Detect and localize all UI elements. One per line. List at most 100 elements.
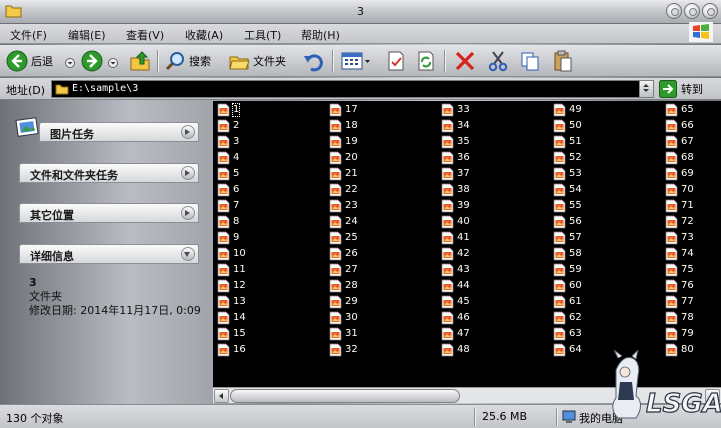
file-item[interactable]: 71 [665,198,694,213]
menu-file[interactable]: 文件(F) [10,27,47,43]
paste-button[interactable] [552,49,574,73]
file-folder-tasks-header[interactable]: 文件和文件夹任务 [19,163,199,183]
file-item[interactable]: 57 [553,230,582,245]
menu-view[interactable]: 查看(V) [126,27,164,43]
menu-help[interactable]: 帮助(H) [301,27,340,43]
file-item[interactable]: 4 [217,150,239,165]
file-list[interactable]: 1 2 3 4 5 6 7 8 9 10 11 12 13 14 15 16 17 18 19 20 21 22 23 24 2… [213,101,721,387]
address-input[interactable]: E:\sample\3 [51,80,654,98]
file-item[interactable]: 16 [217,342,246,357]
properties-button[interactable] [385,49,407,73]
file-item[interactable]: 60 [553,278,582,293]
expand-chevron-icon[interactable] [181,125,195,139]
file-item[interactable]: 75 [665,262,694,277]
forward-button[interactable] [81,49,103,73]
file-item[interactable]: 26 [329,246,358,261]
file-item[interactable]: 22 [329,182,358,197]
copy-button[interactable] [519,49,541,73]
file-item[interactable]: 39 [441,198,470,213]
file-item[interactable]: 32 [329,342,358,357]
file-item[interactable]: 73 [665,230,694,245]
undo-button[interactable] [302,49,324,73]
file-item[interactable]: 68 [665,150,694,165]
file-item[interactable]: 33 [441,102,470,117]
file-item[interactable]: 2 [217,118,239,133]
file-item[interactable]: 38 [441,182,470,197]
file-item[interactable]: 11 [217,262,246,277]
file-item[interactable]: 74 [665,246,694,261]
collapse-chevron-icon[interactable] [181,247,195,261]
file-item[interactable]: 76 [665,278,694,293]
file-item[interactable]: 54 [553,182,582,197]
file-item[interactable]: 42 [441,246,470,261]
file-item[interactable]: 40 [441,214,470,229]
file-item[interactable]: 47 [441,326,470,341]
views-button[interactable] [341,49,371,73]
go-button[interactable]: 转到 [659,80,717,98]
file-item[interactable]: 36 [441,150,470,165]
file-item[interactable]: 64 [553,342,582,357]
back-button[interactable]: 后退 [6,49,53,73]
file-item[interactable]: 28 [329,278,358,293]
file-item[interactable]: 41 [441,230,470,245]
file-item[interactable]: 79 [665,326,694,341]
file-item[interactable]: 46 [441,310,470,325]
file-item[interactable]: 62 [553,310,582,325]
picture-tasks-header[interactable]: 图片任务 [39,122,199,142]
cut-button[interactable] [487,49,509,73]
file-item[interactable]: 31 [329,326,358,341]
file-item[interactable]: 14 [217,310,246,325]
file-item[interactable]: 6 [217,182,239,197]
file-item[interactable]: 19 [329,134,358,149]
file-item[interactable]: 15 [217,326,246,341]
file-item[interactable]: 52 [553,150,582,165]
close-button[interactable] [702,3,718,19]
file-item[interactable]: 66 [665,118,694,133]
file-item[interactable]: 9 [217,230,239,245]
file-item[interactable]: 7 [217,198,239,213]
file-item[interactable]: 44 [441,278,470,293]
file-item[interactable]: 17 [329,102,358,117]
file-item[interactable]: 30 [329,310,358,325]
file-item[interactable]: 13 [217,294,246,309]
file-item[interactable]: 10 [217,246,246,261]
file-item[interactable]: 23 [329,198,358,213]
file-item[interactable]: 59 [553,262,582,277]
file-item[interactable]: 51 [553,134,582,149]
minimize-button[interactable] [666,3,682,19]
file-item[interactable]: 37 [441,166,470,181]
file-item[interactable]: 77 [665,294,694,309]
file-item[interactable]: 53 [553,166,582,181]
file-item[interactable]: 58 [553,246,582,261]
file-item[interactable]: 5 [217,166,239,181]
file-item[interactable]: 55 [553,198,582,213]
menu-tools[interactable]: 工具(T) [244,27,281,43]
file-item[interactable]: 25 [329,230,358,245]
file-item[interactable]: 65 [665,102,694,117]
other-places-header[interactable]: 其它位置 [19,203,199,223]
file-item[interactable]: 48 [441,342,470,357]
file-item[interactable]: 56 [553,214,582,229]
forward-dropdown-icon[interactable] [108,58,118,68]
file-item[interactable]: 24 [329,214,358,229]
file-item[interactable]: 61 [553,294,582,309]
file-item[interactable]: 43 [441,262,470,277]
address-dropdown-button[interactable] [639,81,653,97]
refresh-button[interactable] [415,49,437,73]
file-item[interactable]: 72 [665,214,694,229]
menu-favorites[interactable]: 收藏(A) [185,27,223,43]
file-item[interactable]: 67 [665,134,694,149]
title-bar[interactable]: 3 [0,0,721,24]
file-item[interactable]: 12 [217,278,246,293]
maximize-button[interactable] [684,3,700,19]
file-item[interactable]: 8 [217,214,239,229]
file-item[interactable]: 50 [553,118,582,133]
file-item[interactable]: 27 [329,262,358,277]
delete-button[interactable] [454,49,476,73]
folders-button[interactable]: 文件夹 [228,49,286,73]
search-button[interactable]: 搜索 [164,49,211,73]
file-item[interactable]: 70 [665,182,694,197]
up-folder-button[interactable] [129,49,151,73]
file-item[interactable]: 45 [441,294,470,309]
expand-chevron-icon[interactable] [181,166,195,180]
